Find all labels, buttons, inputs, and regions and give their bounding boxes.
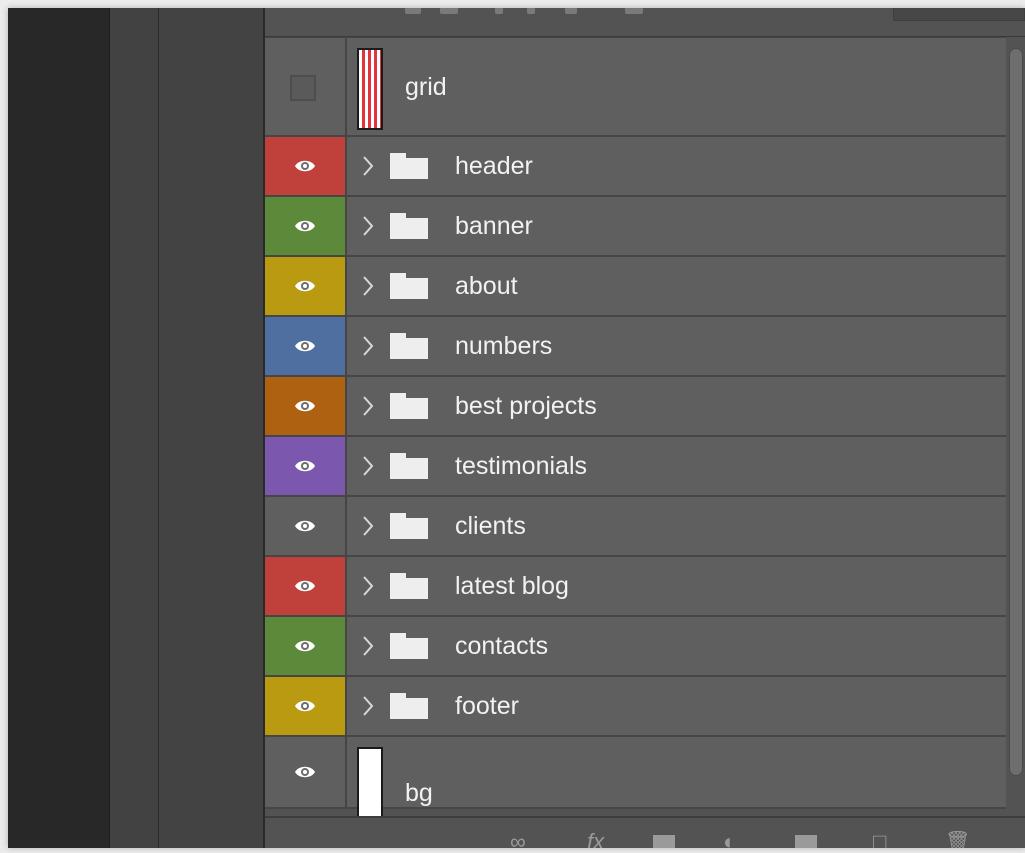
visibility-toggle[interactable] [265, 497, 347, 555]
layers-bottom-bar: ∞ fx ◐ □ 🗑 [265, 816, 1025, 848]
chevron-right-icon[interactable] [361, 454, 375, 478]
visibility-toggle[interactable] [265, 437, 347, 495]
layers-panel: grid header banner about numbers best project… [265, 8, 1025, 848]
group-name: latest blog [455, 572, 569, 600]
layer-row-contacts[interactable]: contacts [265, 617, 1006, 677]
visibility-toggle[interactable] [265, 197, 347, 255]
chevron-right-icon[interactable] [361, 334, 375, 358]
group-name: numbers [455, 332, 553, 360]
group-name: best projects [455, 392, 597, 420]
eye-icon [294, 459, 316, 473]
folder-icon [389, 632, 429, 660]
visibility-toggle[interactable] [265, 38, 347, 135]
left-dock [8, 8, 109, 848]
folder-icon [389, 272, 429, 300]
chevron-right-icon[interactable] [361, 514, 375, 538]
eye-icon [294, 339, 316, 353]
chevron-right-icon[interactable] [361, 694, 375, 718]
adjustment-icon[interactable]: ◐ [723, 831, 736, 849]
filter-shape-icon[interactable] [527, 8, 535, 14]
layer-row-about[interactable]: about [265, 257, 1006, 317]
filter-adjust-icon[interactable] [440, 8, 458, 14]
group-name: header [455, 152, 533, 180]
folder-icon [389, 392, 429, 420]
layer-search-field[interactable] [893, 8, 1025, 21]
folder-icon [389, 152, 429, 180]
group-name: footer [455, 692, 519, 720]
layer-row-grid[interactable]: grid [265, 37, 1006, 137]
eye-icon [294, 279, 316, 293]
folder-icon [389, 452, 429, 480]
eye-icon [294, 399, 316, 413]
visibility-toggle[interactable] [265, 557, 347, 615]
eye-icon [294, 765, 316, 779]
filter-text-icon[interactable] [495, 8, 503, 14]
layers-scrollbar[interactable] [1009, 48, 1023, 776]
layer-list: grid header banner about numbers best project… [265, 37, 1006, 829]
visibility-toggle[interactable] [265, 317, 347, 375]
folder-icon [389, 692, 429, 720]
eye-icon [294, 159, 316, 173]
eye-icon [294, 219, 316, 233]
filter-smart-icon[interactable] [565, 8, 577, 14]
layer-row-testimonials[interactable]: testimonials [265, 437, 1006, 497]
trash-icon[interactable]: 🗑 [945, 832, 970, 848]
chevron-right-icon[interactable] [361, 574, 375, 598]
chevron-right-icon[interactable] [361, 214, 375, 238]
layer-row-bg[interactable]: bg [265, 737, 1006, 829]
layer-name: bg [405, 779, 433, 807]
eye-icon [294, 699, 316, 713]
layer-row-clients[interactable]: clients [265, 497, 1006, 557]
fx-icon[interactable]: fx [587, 831, 604, 849]
link-icon[interactable]: ∞ [510, 831, 526, 849]
panel-dock [159, 8, 265, 848]
group-name: contacts [455, 632, 549, 660]
group-name: about [455, 272, 518, 300]
eye-icon [294, 639, 316, 653]
visibility-toggle[interactable] [265, 137, 347, 195]
layer-row-latest-blog[interactable]: latest blog [265, 557, 1006, 617]
new-layer-icon[interactable]: □ [873, 831, 886, 849]
eye-icon [294, 519, 316, 533]
visibility-toggle[interactable] [265, 677, 347, 735]
folder-icon [389, 572, 429, 600]
folder-icon [389, 332, 429, 360]
layer-row-footer[interactable]: footer [265, 677, 1006, 737]
folder-icon [389, 512, 429, 540]
filter-toggle-icon[interactable] [625, 8, 643, 14]
chevron-right-icon[interactable] [361, 274, 375, 298]
group-name: testimonials [455, 452, 587, 480]
visibility-toggle[interactable] [265, 257, 347, 315]
group-name: banner [455, 212, 533, 240]
chevron-right-icon[interactable] [361, 394, 375, 418]
layer-row-header[interactable]: header [265, 137, 1006, 197]
layer-thumbnail [357, 48, 383, 130]
layer-row-banner[interactable]: banner [265, 197, 1006, 257]
layers-filter-bar [265, 8, 1025, 37]
layer-row-numbers[interactable]: numbers [265, 317, 1006, 377]
filter-kind-icon[interactable] [405, 8, 421, 14]
eye-icon [294, 579, 316, 593]
group-name: clients [455, 512, 526, 540]
folder-icon [389, 212, 429, 240]
visibility-toggle[interactable] [265, 377, 347, 435]
tool-strip [109, 8, 160, 848]
chevron-right-icon[interactable] [361, 634, 375, 658]
mask-icon[interactable] [653, 835, 675, 848]
hidden-visibility-box [290, 75, 316, 101]
app-window: grid header banner about numbers best project… [8, 8, 1025, 848]
layer-row-best-projects[interactable]: best projects [265, 377, 1006, 437]
new-group-icon[interactable] [795, 835, 817, 848]
visibility-toggle[interactable] [265, 737, 347, 807]
layer-name: grid [405, 73, 447, 101]
visibility-toggle[interactable] [265, 617, 347, 675]
chevron-right-icon[interactable] [361, 154, 375, 178]
